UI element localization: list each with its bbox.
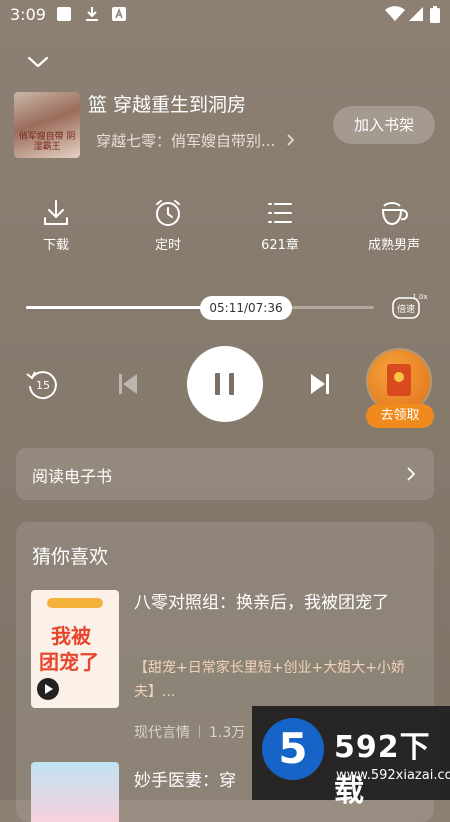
watermark: 5 592下载 www.592xiazai.com (252, 706, 450, 809)
gift-reward-button[interactable]: 去领取 (366, 350, 434, 430)
watermark-url: www.592xiazai.com (336, 768, 450, 783)
alarm-clock-icon (156, 200, 180, 226)
rec-book-category: 现代言情 (134, 725, 190, 741)
next-chapter-button[interactable] (308, 372, 332, 396)
rec-book-title[interactable]: 八零对照组：换亲后，我被团宠了 (134, 588, 424, 619)
add-to-shelf-button[interactable]: 加入书架 (333, 106, 435, 144)
collapse-chevron-icon[interactable] (26, 52, 50, 72)
book-subtitle-text: 穿越七零：俏军嫂自带别... (96, 132, 276, 150)
pause-button[interactable] (187, 346, 263, 422)
wifi-icon (385, 6, 405, 21)
app-notification-icon (57, 7, 71, 21)
rec-book-meta: 现代言情 1.3万 (134, 722, 245, 742)
download-status-icon (86, 7, 98, 21)
read-ebook-label: 阅读电子书 (32, 467, 113, 486)
signal-icon (409, 7, 423, 21)
previous-chapter-button[interactable] (116, 372, 140, 396)
chapter-list-icon (268, 203, 292, 223)
status-time: 3:09 (10, 5, 46, 24)
watermark-name: 592下载 (334, 730, 431, 809)
speed-button[interactable]: 倍速 1.0x (390, 292, 430, 322)
book-cover[interactable]: 俏军嫂自带 阴湿霸王 (14, 92, 80, 158)
cover-title-line2: 团宠了 (39, 650, 99, 674)
book-title: 篮 穿越重生到洞房 (88, 94, 247, 116)
rewind-15-button[interactable]: 15 (24, 366, 60, 402)
rec-book-cover[interactable] (31, 762, 119, 822)
voice-action[interactable]: 成熟男声 (354, 198, 434, 253)
download-label: 下载 (42, 238, 69, 253)
app-a-icon (112, 7, 126, 21)
cover-banner (47, 598, 103, 608)
progress-thumb[interactable]: 05:11/07:36 (200, 296, 292, 320)
speed-value: 1.0x (412, 293, 427, 301)
red-envelope-icon (387, 364, 411, 396)
voice-label: 成熟男声 (367, 238, 420, 253)
timer-action[interactable]: 定时 (128, 198, 208, 253)
rec-book-count: 1.3万 (209, 725, 246, 741)
cover-title-line1: 我被 (51, 624, 91, 648)
rewind-label: 15 (36, 379, 50, 392)
battery-icon (430, 6, 440, 23)
recommend-heading: 猜你喜欢 (32, 546, 109, 568)
download-icon (44, 200, 68, 225)
gift-claim-label: 去领取 (366, 404, 434, 428)
rec-book-title[interactable]: 妙手医妻：穿 (134, 766, 236, 791)
rec-book-desc: 【甜宠+日常家长里短+创业+大姐大+小娇夫】... (134, 660, 405, 700)
speed-label: 倍速 (397, 303, 415, 315)
voice-icon (381, 202, 409, 226)
chevron-right-icon (407, 467, 416, 481)
download-action[interactable]: 下载 (16, 198, 96, 253)
read-ebook-row[interactable]: 阅读电子书 (16, 448, 434, 500)
watermark-logo: 5 (262, 718, 324, 780)
chapters-label: 621章 (261, 238, 299, 253)
chevron-right-icon (287, 134, 295, 146)
watermark-logo-text: 5 (278, 724, 308, 773)
book-cover-text: 俏军嫂自带 阴湿霸王 (18, 132, 76, 152)
chapters-action[interactable]: 621章 (240, 198, 320, 253)
status-bar: 3:09 (0, 0, 450, 30)
rec-book-cover[interactable]: 我被 团宠了 (31, 590, 119, 708)
play-icon[interactable] (37, 678, 59, 700)
timer-label: 定时 (154, 238, 181, 253)
book-subtitle[interactable]: 穿越七零：俏军嫂自带别... (96, 130, 296, 151)
